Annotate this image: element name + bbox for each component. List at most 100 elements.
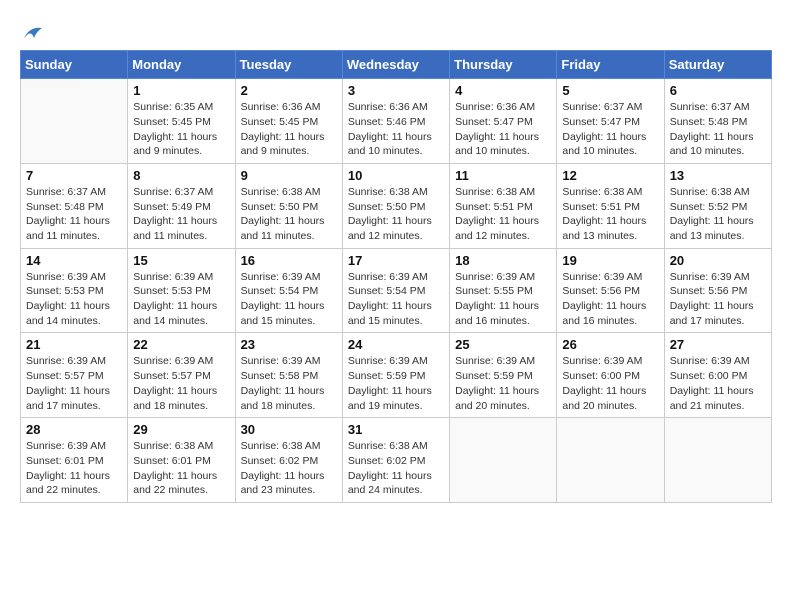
day-info: Sunrise: 6:36 AM Sunset: 5:45 PM Dayligh… xyxy=(241,100,337,159)
logo-text xyxy=(20,20,44,44)
day-info: Sunrise: 6:38 AM Sunset: 5:50 PM Dayligh… xyxy=(348,185,444,244)
day-info: Sunrise: 6:39 AM Sunset: 5:53 PM Dayligh… xyxy=(133,270,229,329)
day-number: 8 xyxy=(133,168,229,183)
page-header xyxy=(20,20,772,40)
calendar-cell: 25Sunrise: 6:39 AM Sunset: 5:59 PM Dayli… xyxy=(450,333,557,418)
col-header-saturday: Saturday xyxy=(664,51,771,79)
calendar-cell: 23 Sunrise: 6:39 AM Sunset: 5:58 PM Dayli… xyxy=(235,333,342,418)
day-number: 3 xyxy=(348,83,444,98)
col-header-wednesday: Wednesday xyxy=(342,51,449,79)
calendar-cell: 9Sunrise: 6:38 AM Sunset: 5:50 PM Daylig… xyxy=(235,163,342,248)
calendar-week-row: 21 Sunrise: 6:39 AM Sunset: 5:57 PM Dayli… xyxy=(21,333,772,418)
calendar-cell: 24 Sunrise: 6:39 AM Sunset: 5:59 PM Dayli… xyxy=(342,333,449,418)
day-info: Sunrise: 6:38 AM Sunset: 6:02 PM Dayligh… xyxy=(241,439,337,498)
day-info: Sunrise: 6:39 AM Sunset: 5:54 PM Dayligh… xyxy=(348,270,444,329)
day-info: Sunrise: 6:38 AM Sunset: 5:51 PM Dayligh… xyxy=(562,185,658,244)
day-number: 31 xyxy=(348,422,444,437)
calendar-cell: 5 Sunrise: 6:37 AM Sunset: 5:47 PM Daylig… xyxy=(557,79,664,164)
day-number: 7 xyxy=(26,168,122,183)
calendar-cell: 19 Sunrise: 6:39 AM Sunset: 5:56 PM Dayli… xyxy=(557,248,664,333)
day-info: Sunrise: 6:39 AM Sunset: 5:56 PM Dayligh… xyxy=(670,270,766,329)
day-number: 17 xyxy=(348,253,444,268)
day-info: Sunrise: 6:39 AM Sunset: 6:00 PM Dayligh… xyxy=(670,354,766,413)
calendar-cell: 27 Sunrise: 6:39 AM Sunset: 6:00 PM Dayli… xyxy=(664,333,771,418)
day-info: Sunrise: 6:37 AM Sunset: 5:48 PM Dayligh… xyxy=(670,100,766,159)
day-number: 21 xyxy=(26,337,122,352)
day-number: 2 xyxy=(241,83,337,98)
day-number: 19 xyxy=(562,253,658,268)
day-info: Sunrise: 6:36 AM Sunset: 5:46 PM Dayligh… xyxy=(348,100,444,159)
day-number: 24 xyxy=(348,337,444,352)
day-number: 18 xyxy=(455,253,551,268)
day-info: Sunrise: 6:38 AM Sunset: 5:51 PM Dayligh… xyxy=(455,185,551,244)
day-info: Sunrise: 6:39 AM Sunset: 5:55 PM Dayligh… xyxy=(455,270,551,329)
col-header-thursday: Thursday xyxy=(450,51,557,79)
day-info: Sunrise: 6:36 AM Sunset: 5:47 PM Dayligh… xyxy=(455,100,551,159)
day-number: 23 xyxy=(241,337,337,352)
day-number: 30 xyxy=(241,422,337,437)
calendar-cell: 16 Sunrise: 6:39 AM Sunset: 5:54 PM Dayli… xyxy=(235,248,342,333)
day-info: Sunrise: 6:38 AM Sunset: 6:01 PM Dayligh… xyxy=(133,439,229,498)
calendar-cell: 8Sunrise: 6:37 AM Sunset: 5:49 PM Daylig… xyxy=(128,163,235,248)
day-number: 5 xyxy=(562,83,658,98)
calendar-cell: 29 Sunrise: 6:38 AM Sunset: 6:01 PM Dayli… xyxy=(128,418,235,503)
col-header-sunday: Sunday xyxy=(21,51,128,79)
calendar-cell: 11Sunrise: 6:38 AM Sunset: 5:51 PM Dayli… xyxy=(450,163,557,248)
day-number: 26 xyxy=(562,337,658,352)
day-number: 15 xyxy=(133,253,229,268)
col-header-monday: Monday xyxy=(128,51,235,79)
calendar-cell: 18 Sunrise: 6:39 AM Sunset: 5:55 PM Dayli… xyxy=(450,248,557,333)
calendar-cell: 22 Sunrise: 6:39 AM Sunset: 5:57 PM Dayli… xyxy=(128,333,235,418)
day-number: 29 xyxy=(133,422,229,437)
calendar-week-row: 7 Sunrise: 6:37 AM Sunset: 5:48 PM Daylig… xyxy=(21,163,772,248)
calendar-cell: 30 Sunrise: 6:38 AM Sunset: 6:02 PM Dayli… xyxy=(235,418,342,503)
calendar-cell: 17 Sunrise: 6:39 AM Sunset: 5:54 PM Dayli… xyxy=(342,248,449,333)
calendar-cell: 31Sunrise: 6:38 AM Sunset: 6:02 PM Dayli… xyxy=(342,418,449,503)
day-number: 14 xyxy=(26,253,122,268)
day-number: 16 xyxy=(241,253,337,268)
day-info: Sunrise: 6:39 AM Sunset: 6:00 PM Dayligh… xyxy=(562,354,658,413)
day-info: Sunrise: 6:39 AM Sunset: 5:58 PM Dayligh… xyxy=(241,354,337,413)
calendar-cell: 28 Sunrise: 6:39 AM Sunset: 6:01 PM Dayli… xyxy=(21,418,128,503)
day-number: 22 xyxy=(133,337,229,352)
day-number: 25 xyxy=(455,337,551,352)
calendar-header-row: SundayMondayTuesdayWednesdayThursdayFrid… xyxy=(21,51,772,79)
day-info: Sunrise: 6:39 AM Sunset: 6:01 PM Dayligh… xyxy=(26,439,122,498)
calendar-cell: 7 Sunrise: 6:37 AM Sunset: 5:48 PM Daylig… xyxy=(21,163,128,248)
calendar-cell xyxy=(21,79,128,164)
day-info: Sunrise: 6:39 AM Sunset: 5:56 PM Dayligh… xyxy=(562,270,658,329)
calendar-cell xyxy=(557,418,664,503)
calendar-cell: 2 Sunrise: 6:36 AM Sunset: 5:45 PM Daylig… xyxy=(235,79,342,164)
day-info: Sunrise: 6:37 AM Sunset: 5:48 PM Dayligh… xyxy=(26,185,122,244)
day-info: Sunrise: 6:37 AM Sunset: 5:47 PM Dayligh… xyxy=(562,100,658,159)
calendar-week-row: 28 Sunrise: 6:39 AM Sunset: 6:01 PM Dayli… xyxy=(21,418,772,503)
day-number: 6 xyxy=(670,83,766,98)
calendar-cell: 20 Sunrise: 6:39 AM Sunset: 5:56 PM Dayli… xyxy=(664,248,771,333)
calendar-cell: 4 Sunrise: 6:36 AM Sunset: 5:47 PM Daylig… xyxy=(450,79,557,164)
logo-bird-icon xyxy=(22,24,44,42)
day-info: Sunrise: 6:39 AM Sunset: 5:57 PM Dayligh… xyxy=(133,354,229,413)
calendar-cell: 26 Sunrise: 6:39 AM Sunset: 6:00 PM Dayli… xyxy=(557,333,664,418)
calendar-cell: 13 Sunrise: 6:38 AM Sunset: 5:52 PM Dayli… xyxy=(664,163,771,248)
day-info: Sunrise: 6:39 AM Sunset: 5:54 PM Dayligh… xyxy=(241,270,337,329)
day-info: Sunrise: 6:39 AM Sunset: 5:59 PM Dayligh… xyxy=(348,354,444,413)
day-info: Sunrise: 6:38 AM Sunset: 5:52 PM Dayligh… xyxy=(670,185,766,244)
calendar-cell: 12 Sunrise: 6:38 AM Sunset: 5:51 PM Dayli… xyxy=(557,163,664,248)
day-number: 27 xyxy=(670,337,766,352)
calendar-cell xyxy=(664,418,771,503)
day-number: 28 xyxy=(26,422,122,437)
day-info: Sunrise: 6:39 AM Sunset: 5:57 PM Dayligh… xyxy=(26,354,122,413)
logo xyxy=(20,20,44,40)
day-number: 20 xyxy=(670,253,766,268)
day-number: 12 xyxy=(562,168,658,183)
day-number: 13 xyxy=(670,168,766,183)
day-number: 10 xyxy=(348,168,444,183)
calendar-cell: 21 Sunrise: 6:39 AM Sunset: 5:57 PM Dayli… xyxy=(21,333,128,418)
day-number: 4 xyxy=(455,83,551,98)
calendar-table: SundayMondayTuesdayWednesdayThursdayFrid… xyxy=(20,50,772,503)
calendar-cell: 6 Sunrise: 6:37 AM Sunset: 5:48 PM Daylig… xyxy=(664,79,771,164)
calendar-cell: 14Sunrise: 6:39 AM Sunset: 5:53 PM Dayli… xyxy=(21,248,128,333)
day-number: 1 xyxy=(133,83,229,98)
calendar-cell: 10 Sunrise: 6:38 AM Sunset: 5:50 PM Dayli… xyxy=(342,163,449,248)
calendar-week-row: 14 Sunrise: 6:39 AM Sunset: 5:53 PM Dayli… xyxy=(21,248,772,333)
